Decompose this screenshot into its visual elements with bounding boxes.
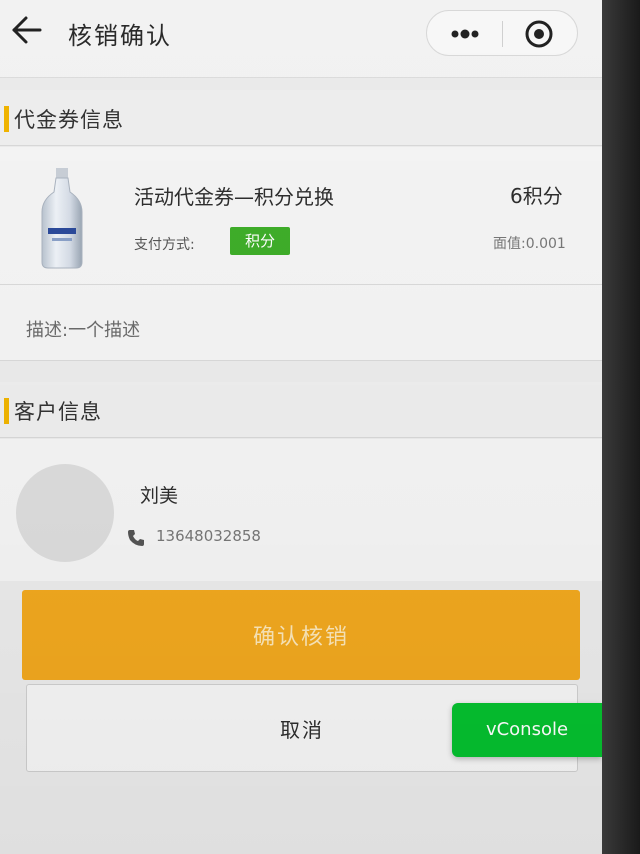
payment-method-badge: 积分 <box>230 227 290 255</box>
device-bezel <box>602 0 640 854</box>
app-screen: 核销确认 代金券信息 活动代金券—积分兑换 6积分 支付方式: 积分 面值:0.… <box>0 0 602 854</box>
section-accent-bar <box>4 106 9 132</box>
vconsole-button[interactable]: vConsole <box>452 703 602 757</box>
section-accent-bar <box>4 398 9 424</box>
coupon-description: 描述:一个描述 <box>26 320 141 341</box>
back-arrow-icon[interactable] <box>10 12 44 48</box>
customer-section-title: 客户信息 <box>14 400 102 424</box>
payment-method-label: 支付方式: <box>134 237 195 253</box>
coupon-section-title: 代金券信息 <box>14 108 124 132</box>
coupon-card[interactable] <box>0 147 602 284</box>
page-title: 核销确认 <box>68 22 172 50</box>
customer-section-header: 客户信息 <box>0 382 602 438</box>
face-value: 面值:0.001 <box>493 236 566 252</box>
customer-name: 刘美 <box>140 485 179 507</box>
coupon-section-header: 代金券信息 <box>0 90 602 146</box>
coupon-title: 活动代金券—积分兑换 <box>134 185 334 209</box>
divider <box>0 360 602 361</box>
customer-phone: 13648032858 <box>156 527 261 545</box>
coupon-points: 6积分 <box>510 184 563 208</box>
navigation-bar: 核销确认 <box>0 0 602 78</box>
mini-program-capsule <box>426 10 578 56</box>
avatar <box>16 464 114 562</box>
target-close-icon[interactable] <box>521 17 557 51</box>
phone-icon <box>126 528 146 548</box>
more-dots-icon[interactable] <box>441 19 489 49</box>
confirm-redeem-button[interactable]: 确认核销 <box>22 590 580 680</box>
capsule-divider <box>502 21 503 47</box>
product-bottle-image <box>36 166 88 270</box>
